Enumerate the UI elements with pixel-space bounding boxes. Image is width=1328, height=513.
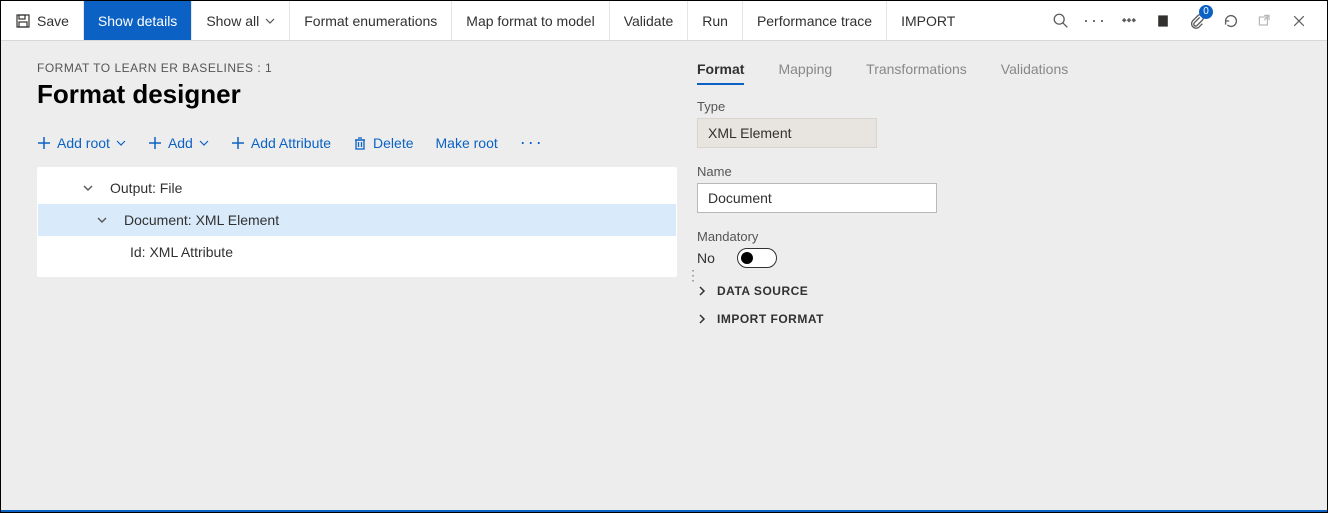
section-import-format[interactable]: IMPORT FORMAT: [697, 312, 1297, 326]
collapse-icon[interactable]: [96, 214, 108, 226]
trash-icon: [353, 136, 367, 150]
delete-button[interactable]: Delete: [353, 135, 413, 151]
show-details-button[interactable]: Show details: [84, 1, 192, 40]
chevron-down-icon: [265, 16, 275, 26]
breadcrumb: FORMAT TO LEARN ER BASELINES : 1: [37, 61, 677, 75]
attachments-badge: 0: [1199, 5, 1213, 19]
add-attribute-button[interactable]: Add Attribute: [231, 135, 331, 151]
pane-resize-handle[interactable]: ⋮: [689, 41, 697, 510]
format-enumerations-button[interactable]: Format enumerations: [290, 1, 452, 40]
tab-mapping[interactable]: Mapping: [778, 61, 832, 85]
chevron-right-icon: [697, 286, 707, 296]
chevron-right-icon: [697, 314, 707, 324]
show-all-button[interactable]: Show all: [192, 1, 290, 40]
toolbar-right: ··· 0: [1033, 1, 1327, 40]
import-button[interactable]: IMPORT: [887, 1, 969, 40]
save-icon: [15, 13, 31, 29]
map-format-to-model-button[interactable]: Map format to model: [452, 1, 609, 40]
tiles-icon[interactable]: [1119, 11, 1139, 31]
toolbar: Save Show details Show all Format enumer…: [1, 1, 1327, 41]
type-label: Type: [697, 99, 1297, 114]
mandatory-toggle[interactable]: [737, 248, 777, 268]
make-root-button[interactable]: Make root: [436, 135, 498, 151]
performance-trace-button[interactable]: Performance trace: [743, 1, 887, 40]
name-input[interactable]: Document: [697, 183, 937, 213]
type-field: Type XML Element: [697, 99, 1297, 148]
popout-icon[interactable]: [1255, 11, 1275, 31]
page-title: Format designer: [37, 79, 677, 110]
left-pane: FORMAT TO LEARN ER BASELINES : 1 Format …: [1, 41, 689, 510]
tree-row-output[interactable]: Output: File: [38, 172, 676, 204]
show-all-label: Show all: [206, 13, 259, 29]
action-row: Add root Add Add Attribute Delete Make r…: [37, 132, 677, 153]
format-tree: Output: File Document: XML Element Id: X…: [37, 167, 677, 277]
content: FORMAT TO LEARN ER BASELINES : 1 Format …: [1, 41, 1327, 512]
name-field: Name Document: [697, 164, 1297, 213]
details-tabs: Format Mapping Transformations Validatio…: [697, 61, 1297, 85]
collapse-icon[interactable]: [82, 182, 94, 194]
tab-format[interactable]: Format: [697, 61, 744, 85]
office-icon[interactable]: [1153, 11, 1173, 31]
tab-transformations[interactable]: Transformations: [866, 61, 967, 85]
actions-overflow[interactable]: ···: [520, 132, 544, 153]
add-root-button[interactable]: Add root: [37, 135, 126, 151]
tab-validations[interactable]: Validations: [1001, 61, 1068, 85]
tree-row-document[interactable]: Document: XML Element: [38, 204, 676, 236]
attachments-icon[interactable]: 0: [1187, 11, 1207, 31]
search-icon[interactable]: [1051, 11, 1071, 31]
mandatory-field: Mandatory No: [697, 229, 1297, 268]
refresh-icon[interactable]: [1221, 11, 1241, 31]
chevron-down-icon: [199, 138, 209, 148]
name-label: Name: [697, 164, 1297, 179]
validate-button[interactable]: Validate: [610, 1, 689, 40]
show-details-label: Show details: [98, 13, 177, 29]
section-data-source[interactable]: DATA SOURCE: [697, 284, 1297, 298]
close-icon[interactable]: [1289, 11, 1309, 31]
tree-row-id[interactable]: Id: XML Attribute: [38, 236, 676, 268]
save-button[interactable]: Save: [1, 1, 84, 40]
right-pane: Format Mapping Transformations Validatio…: [697, 41, 1327, 510]
more-icon[interactable]: ···: [1085, 11, 1105, 31]
toggle-knob: [741, 252, 753, 264]
save-label: Save: [37, 13, 69, 29]
type-value: XML Element: [697, 118, 877, 148]
run-button[interactable]: Run: [688, 1, 743, 40]
chevron-down-icon: [116, 138, 126, 148]
add-button[interactable]: Add: [148, 135, 209, 151]
mandatory-value: No: [697, 250, 715, 266]
mandatory-label: Mandatory: [697, 229, 1297, 244]
